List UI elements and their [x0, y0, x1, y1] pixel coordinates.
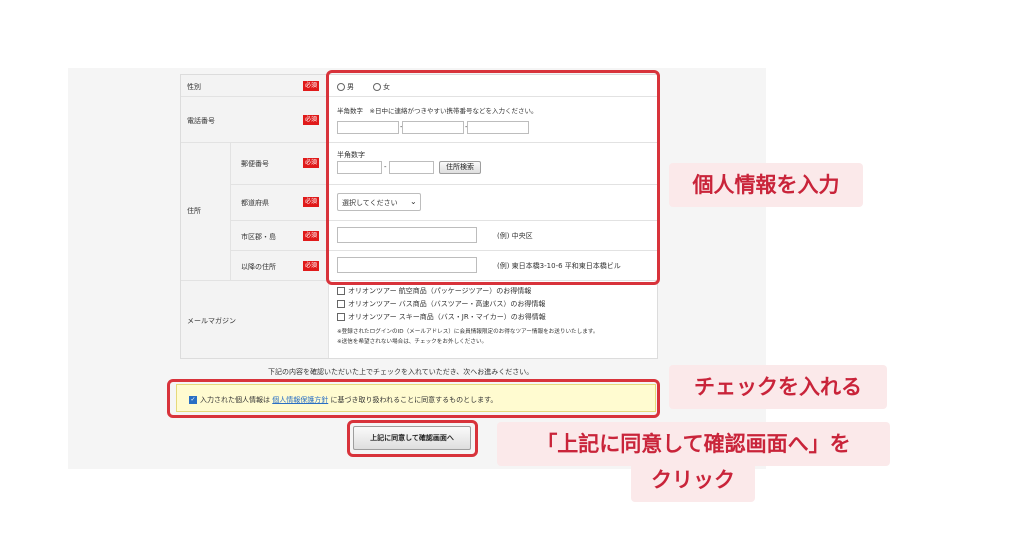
phone-label: 電話番号 — [187, 117, 215, 125]
address-label-cell: 住所 — [181, 143, 231, 281]
checkbox-icon[interactable] — [337, 313, 345, 321]
newsletter-option-air[interactable]: オリオンツアー 航空商品（パッケージツアー）のお得情報 — [337, 286, 531, 296]
newsletter-option-ski[interactable]: オリオンツアー スキー商品（バス・JR・マイカー）のお得情報 — [337, 312, 546, 322]
callout-personal-info: 個人情報を入力 — [669, 163, 863, 207]
newsletter-label-cell: メールマガジン — [181, 281, 329, 358]
address-label: 住所 — [187, 207, 201, 215]
newsletter-label: メールマガジン — [187, 317, 236, 325]
newsletter-note-1: ※登録されたログインのID（メールアドレス）に会員情報限定のお得なツアー情報をお… — [337, 329, 599, 335]
newsletter-note-2: ※送信を希望されない場合は、チェックをお外しください。 — [337, 339, 488, 345]
required-badge: 必須 — [303, 261, 320, 271]
callout-check: チェックを入れる — [669, 365, 887, 409]
newsletter-field-cell: オリオンツアー 航空商品（パッケージツアー）のお得情報 オリオンツアー バス商品… — [329, 281, 657, 358]
city-label: 市区郡・島 — [241, 233, 276, 241]
instruction-text: 下記の内容を確認いただいた上でチェックを入れていただき、次へお進みください。 — [268, 368, 534, 376]
checkbox-icon[interactable] — [337, 300, 345, 308]
submit-highlight — [347, 420, 478, 457]
required-badge: 必須 — [303, 81, 320, 91]
consent-highlight — [167, 379, 660, 418]
personal-info-highlight — [326, 70, 660, 285]
prefecture-label-cell: 都道府県 必須 — [231, 185, 329, 221]
prefecture-label: 都道府県 — [241, 199, 269, 207]
postal-label: 郵便番号 — [241, 160, 269, 168]
postal-label-cell: 郵便番号 必須 — [231, 143, 329, 185]
required-badge: 必須 — [303, 158, 320, 168]
street-label-cell: 以降の住所 必須 — [231, 251, 329, 281]
callout-click-line-2: クリック — [631, 458, 755, 502]
required-badge: 必須 — [303, 115, 320, 125]
street-label: 以降の住所 — [241, 263, 276, 271]
newsletter-option-bus[interactable]: オリオンツアー バス商品（バスツアー・高速バス）のお得情報 — [337, 299, 545, 309]
required-badge: 必須 — [303, 231, 320, 241]
required-badge: 必須 — [303, 197, 320, 207]
checkbox-icon[interactable] — [337, 287, 345, 295]
phone-label-cell: 電話番号 必須 — [181, 97, 329, 143]
gender-label: 性別 — [187, 83, 201, 91]
gender-label-cell: 性別 必須 — [181, 75, 329, 97]
city-label-cell: 市区郡・島 必須 — [231, 221, 329, 251]
